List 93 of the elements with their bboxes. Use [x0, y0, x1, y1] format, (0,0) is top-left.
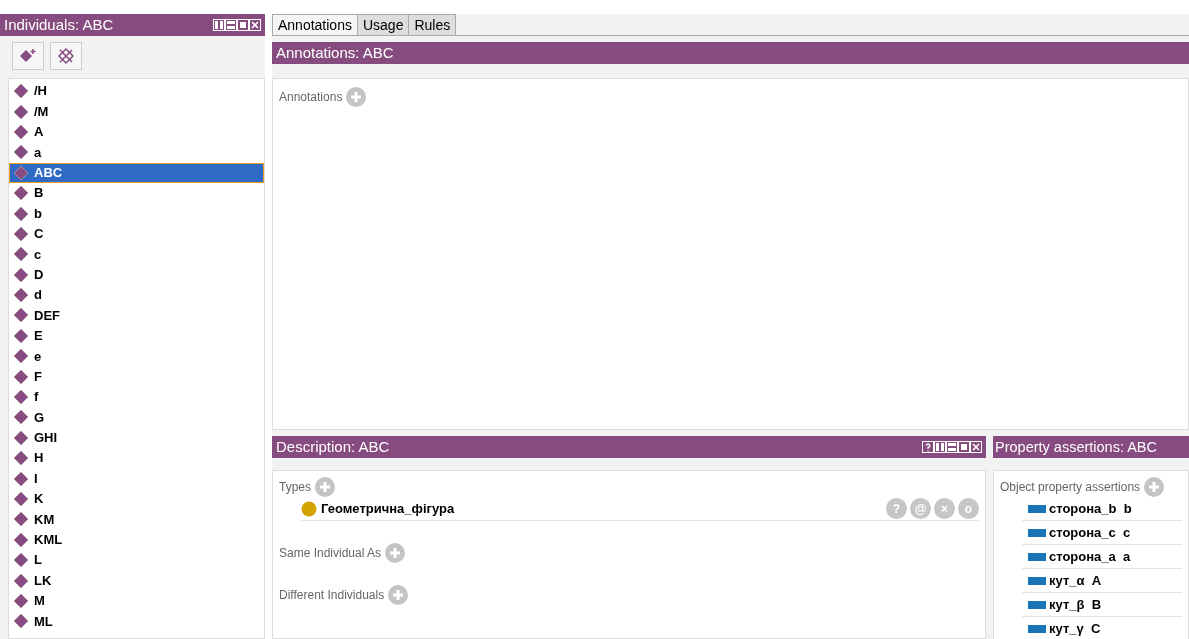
diamond-icon	[13, 531, 29, 548]
individual-item[interactable]: LK	[9, 570, 264, 591]
property-assertion: сторона_c c	[1049, 523, 1131, 542]
tab[interactable]: Usage	[356, 14, 410, 35]
individual-item[interactable]: /H	[9, 81, 264, 102]
split-horizontal-icon[interactable]	[946, 441, 958, 453]
diamond-icon	[13, 592, 29, 609]
property-icon	[1028, 623, 1046, 634]
delete-individual-button[interactable]	[50, 42, 82, 70]
individual-item[interactable]: f	[9, 386, 264, 408]
close-icon[interactable]	[249, 19, 261, 31]
diamond-icon	[13, 103, 29, 120]
diamond-icon	[13, 470, 29, 487]
individual-item[interactable]: F	[9, 366, 264, 387]
individual-item[interactable]: KML	[9, 529, 264, 550]
diamond-icon	[13, 185, 29, 202]
property-assertion: сторона_b b	[1049, 499, 1132, 518]
type-label: Геометрична_фігура	[321, 499, 455, 518]
property-icon	[1028, 503, 1046, 514]
panel-title: Description: ABC	[276, 437, 390, 457]
diamond-icon	[13, 327, 29, 344]
diamond-icon	[13, 368, 29, 385]
panel-title: Annotations: ABC	[276, 43, 394, 63]
diamond-icon	[13, 613, 29, 630]
individual-item[interactable]: B	[9, 182, 264, 204]
section-label: Object property assertions	[1000, 479, 1141, 496]
individual-item[interactable]: ML	[9, 611, 264, 632]
individual-item[interactable]: /M	[9, 101, 264, 122]
individual-item[interactable]: KM	[9, 509, 264, 530]
individual-item[interactable]: G	[9, 407, 264, 428]
individual-item[interactable]: b	[9, 203, 264, 224]
property-assertion: кут_γ C	[1049, 619, 1101, 638]
individual-item[interactable]: ABC	[9, 162, 264, 183]
property-icon	[1028, 575, 1046, 586]
individual-item[interactable]: K	[9, 488, 264, 510]
diamond-icon	[13, 287, 29, 304]
diamond-icon	[13, 409, 29, 426]
diamond-icon	[13, 511, 29, 528]
diamond-icon	[13, 246, 29, 263]
individual-item[interactable]: DEF	[9, 305, 264, 326]
diamond-icon	[13, 389, 29, 406]
tab[interactable]: Annotations	[272, 14, 358, 35]
split-vertical-icon[interactable]	[934, 441, 946, 453]
individual-item[interactable]: A	[9, 121, 264, 143]
split-vertical-icon[interactable]	[213, 19, 225, 31]
individual-item[interactable]: c	[9, 244, 264, 265]
help-icon[interactable]	[922, 441, 934, 453]
property-icon	[1028, 599, 1046, 610]
individual-item[interactable]: GHI	[9, 427, 264, 449]
individual-item[interactable]: E	[9, 325, 264, 347]
add-individual-button[interactable]	[12, 42, 44, 70]
section-label: Types	[279, 479, 311, 496]
section-label: Same Individual As	[279, 545, 382, 562]
diamond-plus-icon	[18, 48, 38, 64]
individual-item[interactable]: D	[9, 264, 264, 285]
individual-item[interactable]: H	[9, 448, 264, 469]
diamond-icon	[13, 144, 29, 161]
diamond-icon	[13, 450, 29, 467]
diamond-icon	[13, 225, 29, 242]
individual-item[interactable]: a	[9, 142, 264, 163]
split-horizontal-icon[interactable]	[225, 19, 237, 31]
property-icon	[1028, 551, 1046, 562]
individual-item[interactable]: C	[9, 223, 264, 245]
property-assertion: кут_α A	[1049, 571, 1102, 590]
section-label: Different Individuals	[279, 587, 385, 604]
crossed-diamond-icon	[57, 47, 75, 65]
diamond-icon	[13, 164, 29, 181]
panel-title: Property assertions: ABC	[995, 438, 1157, 457]
maximize-icon[interactable]	[237, 19, 249, 31]
individual-item[interactable]: L	[9, 550, 264, 571]
individual-item[interactable]: I	[9, 468, 264, 489]
individual-item[interactable]: M	[9, 590, 264, 612]
diamond-icon	[13, 572, 29, 589]
diamond-icon	[13, 491, 29, 507]
individual-item[interactable]: e	[9, 346, 264, 367]
panel-title: Individuals: ABC	[4, 15, 114, 35]
property-icon	[1028, 527, 1046, 538]
diamond-icon	[13, 205, 29, 222]
section-label: Annotations	[279, 89, 343, 106]
maximize-icon[interactable]	[958, 441, 970, 453]
diamond-icon	[13, 429, 29, 446]
diamond-icon	[13, 307, 29, 324]
tab[interactable]: Rules	[408, 14, 457, 35]
diamond-icon	[13, 348, 29, 365]
diamond-icon	[13, 123, 29, 140]
diamond-icon	[13, 552, 29, 569]
close-icon[interactable]	[970, 441, 982, 453]
property-assertion: кут_β B	[1049, 595, 1102, 614]
diamond-icon	[13, 266, 29, 283]
class-circle-icon	[301, 500, 317, 517]
diamond-icon	[13, 83, 29, 100]
individual-item[interactable]: d	[9, 284, 264, 306]
property-assertion: сторона_a a	[1049, 547, 1131, 566]
